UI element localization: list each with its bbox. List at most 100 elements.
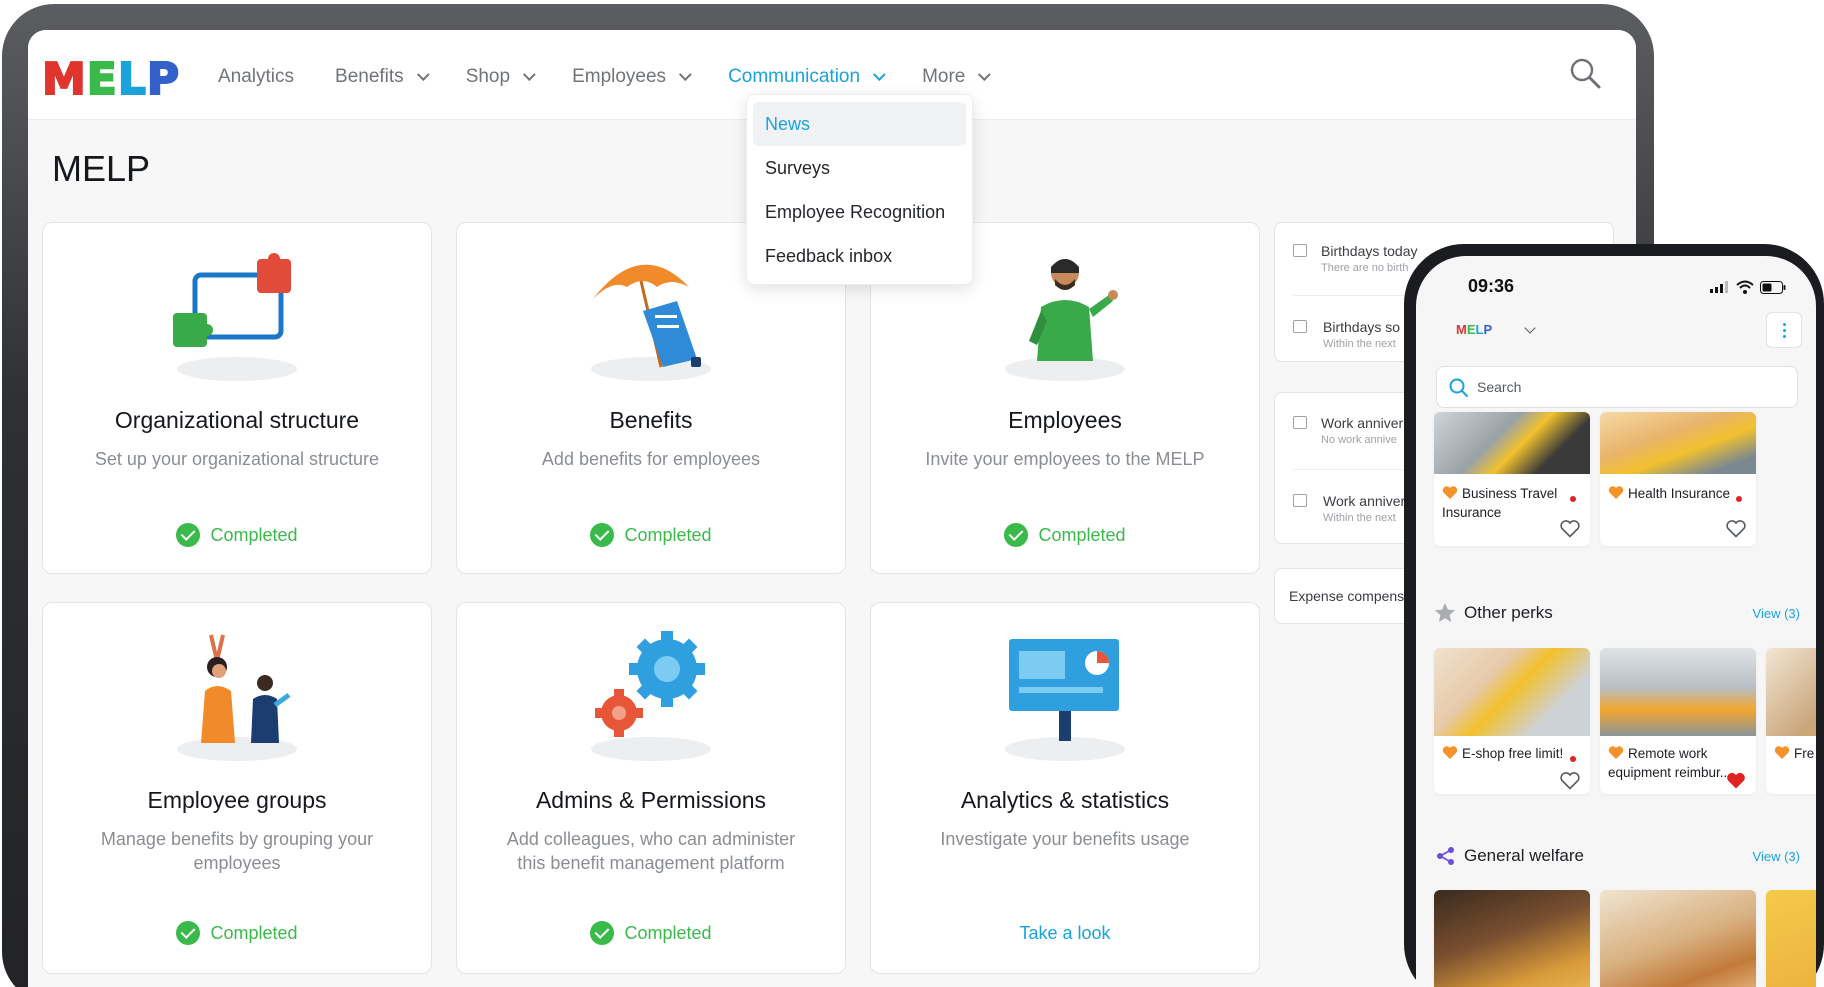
perk-name: Fre	[1774, 744, 1816, 763]
check-circle-icon	[1004, 523, 1029, 547]
kebab-menu-button[interactable]	[1766, 312, 1802, 348]
page-title: MELP	[52, 148, 151, 189]
star-icon	[1435, 603, 1455, 622]
eshop-photo	[1434, 648, 1590, 736]
wifi-icon	[1736, 280, 1754, 294]
analytics-board-illustration	[871, 631, 1259, 761]
perk-card[interactable]: Business Travel Insurance	[1434, 412, 1590, 546]
status-completed: Completed	[457, 921, 845, 945]
nav-menu: Analytics Benefits Shop Employees Commun…	[218, 66, 1027, 88]
communication-dropdown: News Surveys Employee Recognition Feedba…	[746, 94, 973, 285]
melp-logo[interactable]: MELP	[41, 53, 180, 106]
share-icon	[1437, 847, 1454, 865]
heart-icon	[1774, 746, 1790, 759]
menu-item-feedback-inbox[interactable]: Feedback inbox	[753, 234, 966, 278]
nav-communication[interactable]: Communication	[728, 66, 886, 88]
chevron-down-icon	[679, 67, 692, 81]
perk-card[interactable]	[1766, 890, 1816, 987]
coffee-photo	[1434, 890, 1590, 987]
perk-name: Remote work equipment reimbur...	[1608, 746, 1732, 780]
nav-benefits[interactable]: Benefits	[335, 66, 430, 88]
search-icon[interactable]	[1568, 56, 1602, 90]
liked-heart-icon[interactable]	[1726, 772, 1746, 790]
perk-name: Health Insurance	[1608, 484, 1732, 503]
nav-more[interactable]: More	[922, 66, 992, 88]
phone-frame: 09:36 MELP Search Business Travel Insura…	[1404, 244, 1824, 987]
briefcase-icon	[1293, 416, 1307, 429]
card-admins-permissions[interactable]: Admins & Permissions Add colleagues, who…	[456, 602, 846, 974]
heart-icon	[1608, 746, 1624, 759]
check-circle-icon	[590, 523, 615, 547]
calendar-icon	[1293, 320, 1307, 333]
perk-card[interactable]: Fre	[1766, 648, 1816, 794]
status-completed: Completed	[43, 921, 431, 945]
web-app-screen: MELP Analytics Benefits Shop Employees C…	[28, 30, 1636, 987]
check-circle-icon	[176, 523, 201, 547]
cake-icon	[1293, 244, 1307, 257]
nav-shop[interactable]: Shop	[466, 66, 536, 88]
welfare-photo	[1766, 890, 1816, 987]
remote-work-photo	[1600, 648, 1756, 736]
travel-photo	[1434, 412, 1590, 474]
new-indicator-dot	[1570, 496, 1576, 502]
perk-name: E-shop free limit!	[1442, 744, 1566, 763]
mobile-app-screen: 09:36 MELP Search Business Travel Insura…	[1416, 256, 1816, 987]
health-photo	[1600, 412, 1756, 474]
menu-item-news[interactable]: News	[753, 102, 966, 146]
mobile-search-input[interactable]: Search	[1436, 366, 1798, 408]
section-title-general-welfare: General welfare	[1464, 846, 1585, 865]
menu-item-employee-recognition[interactable]: Employee Recognition	[753, 190, 966, 234]
status-bar-time: 09:36	[1468, 276, 1515, 296]
take-a-look-link[interactable]: Take a look	[871, 923, 1259, 944]
menu-item-surveys[interactable]: Surveys	[753, 146, 966, 190]
card-organizational-structure[interactable]: Organizational structure Set up your org…	[42, 222, 432, 574]
status-completed: Completed	[871, 523, 1259, 547]
heart-icon	[1608, 486, 1624, 499]
music-photo	[1600, 890, 1756, 987]
status-bar-icons	[1710, 280, 1786, 294]
perk-card[interactable]: E-shop free limit!	[1434, 648, 1590, 794]
chevron-down-icon	[978, 67, 992, 81]
food-photo	[1766, 648, 1816, 736]
employee-groups-illustration	[43, 631, 431, 761]
card-description: Investigate your benefits usage	[940, 829, 1190, 849]
nav-employees[interactable]: Employees	[572, 66, 692, 88]
card-title: Employee groups	[147, 787, 327, 813]
perk-card[interactable]	[1600, 890, 1756, 987]
card-title: Benefits	[609, 407, 693, 433]
battery-icon	[1760, 280, 1786, 294]
card-description: Invite your employees to the MELP	[925, 449, 1205, 469]
card-analytics-statistics[interactable]: Analytics & statistics Investigate your …	[870, 602, 1260, 974]
card-description: Add benefits for employees	[541, 449, 761, 469]
heart-icon	[1442, 746, 1458, 759]
chevron-down-icon[interactable]	[1524, 322, 1536, 334]
chevron-down-icon	[873, 67, 886, 81]
section-title-other-perks: Other perks	[1464, 603, 1553, 622]
nav-analytics[interactable]: Analytics	[218, 66, 294, 88]
gears-illustration	[457, 631, 845, 761]
chevron-down-icon	[523, 67, 536, 81]
perk-card[interactable]	[1434, 890, 1590, 987]
card-employee-groups[interactable]: Employee groups Manage benefits by group…	[42, 602, 432, 974]
card-description: Set up your organizational structure	[94, 449, 380, 469]
perk-name: Business Travel Insurance	[1442, 486, 1558, 520]
signal-icon	[1710, 281, 1728, 293]
card-description: Manage benefits by grouping your employe…	[100, 829, 374, 873]
calendar-icon	[1293, 494, 1307, 507]
card-title: Analytics & statistics	[960, 787, 1170, 813]
chevron-down-icon	[416, 67, 430, 81]
card-title: Organizational structure	[114, 407, 360, 433]
view-all-general-welfare[interactable]: View (3)	[1753, 849, 1800, 864]
like-heart-icon[interactable]	[1560, 772, 1580, 790]
perk-card[interactable]: Health Insurance	[1600, 412, 1756, 546]
like-heart-icon[interactable]	[1560, 520, 1580, 538]
search-icon	[1449, 378, 1468, 397]
card-description: Add colleagues, who can administer this …	[506, 829, 796, 873]
check-circle-icon	[176, 921, 201, 945]
status-completed: Completed	[43, 523, 431, 547]
view-all-other-perks[interactable]: View (3)	[1753, 606, 1800, 621]
perk-card[interactable]: Remote work equipment reimbur...	[1600, 648, 1756, 794]
status-completed: Completed	[457, 523, 845, 547]
like-heart-icon[interactable]	[1726, 520, 1746, 538]
mobile-melp-logo[interactable]: MELP	[1456, 322, 1492, 337]
